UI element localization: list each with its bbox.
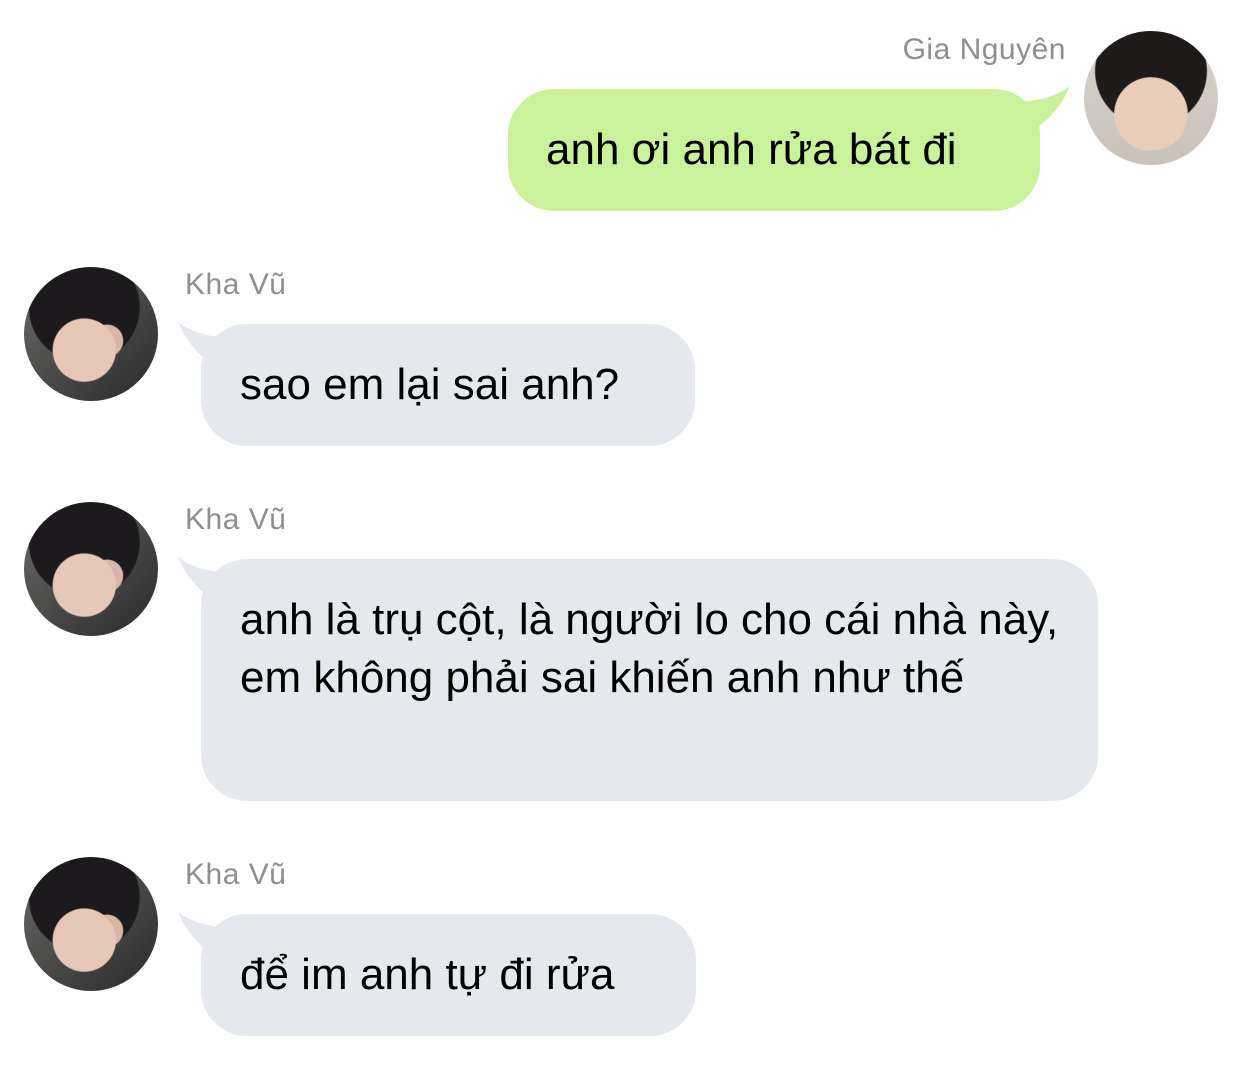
avatar-gia-nguyen[interactable] <box>1084 31 1218 165</box>
avatar-kha-vu[interactable] <box>24 857 158 991</box>
sender-name: Gia Nguyên <box>902 33 1066 66</box>
message-bubble[interactable]: sao em lại sai anh? <box>201 324 695 446</box>
sender-name: Kha Vũ <box>185 858 287 891</box>
message-bubble[interactable]: để im anh tự đi rửa <box>201 914 696 1036</box>
sender-name: Kha Vũ <box>185 268 287 301</box>
avatar-kha-vu[interactable] <box>24 502 158 636</box>
sender-name: Kha Vũ <box>185 503 287 536</box>
message-bubble[interactable]: anh là trụ cột, là người lo cho cái nhà … <box>201 559 1098 801</box>
avatar-kha-vu[interactable] <box>24 267 158 401</box>
message-bubble[interactable]: anh ơi anh rửa bát đi <box>508 89 1040 211</box>
